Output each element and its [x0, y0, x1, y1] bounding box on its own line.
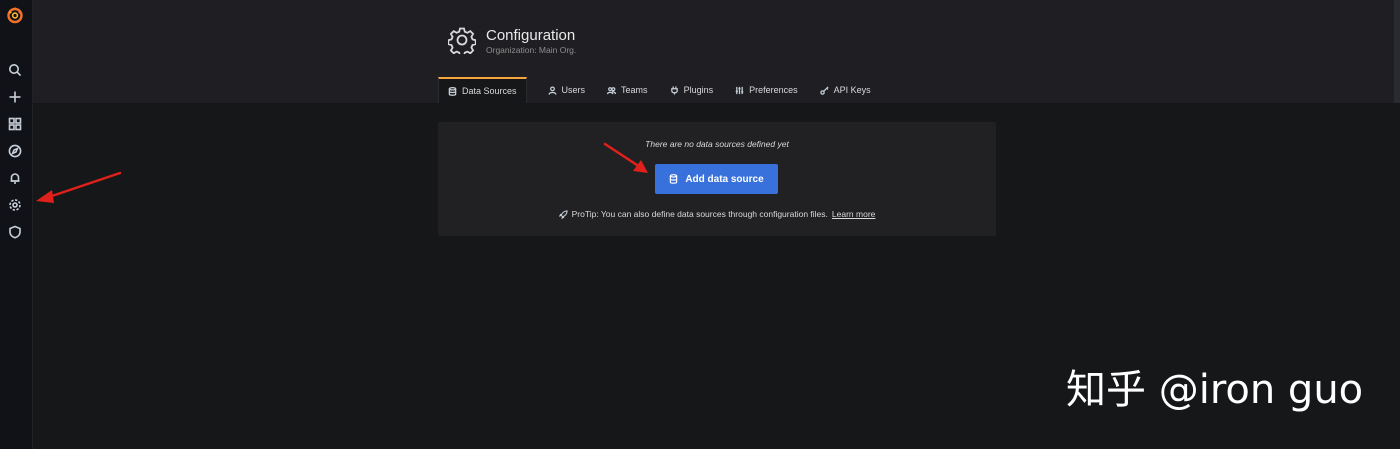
tab-plugins[interactable]: Plugins [661, 77, 723, 103]
plus-icon[interactable] [6, 88, 24, 106]
gear-icon[interactable] [6, 196, 24, 214]
user-icon [547, 85, 557, 95]
tab-data-sources[interactable]: Data Sources [438, 77, 527, 103]
add-data-source-button[interactable]: Add data source [655, 164, 778, 194]
key-icon [819, 85, 829, 95]
database-icon [448, 86, 457, 96]
shield-icon[interactable] [6, 223, 24, 241]
watermark-text: 知乎 @iron guo [1066, 367, 1364, 413]
bell-icon[interactable] [6, 169, 24, 187]
sliders-icon [735, 86, 744, 94]
tab-label: Plugins [683, 85, 714, 95]
search-icon[interactable] [6, 61, 24, 79]
protip: ProTip: You can also define data sources… [438, 209, 996, 219]
tab-api-keys[interactable]: API Keys [811, 77, 880, 103]
tab-label: Users [561, 85, 586, 95]
tab-preferences[interactable]: Preferences [726, 77, 807, 103]
annotation-arrow-button [603, 142, 648, 173]
page-title: Configuration [486, 27, 576, 44]
tab-label: API Keys [833, 85, 871, 95]
scrollbar[interactable] [1394, 0, 1400, 103]
empty-state-message: There are no data sources defined yet [645, 139, 789, 149]
annotation-arrow-sidebar [36, 171, 122, 203]
sidebar [0, 0, 33, 449]
explore-compass-icon[interactable] [6, 142, 24, 160]
rocket-icon [558, 209, 568, 219]
tab-users[interactable]: Users [539, 77, 595, 103]
empty-list-panel: There are no data sources defined yet Ad… [438, 122, 996, 236]
users-icon [607, 86, 617, 94]
tab-label: Preferences [749, 85, 798, 95]
protip-text: ProTip: You can also define data sources… [571, 209, 828, 219]
database-icon [670, 174, 678, 184]
gear-icon [447, 26, 477, 57]
tab-label: Data Sources [462, 86, 517, 96]
learn-more-link[interactable]: Learn more [832, 209, 875, 219]
config-tabs: Data Sources Users Teams Plugins Prefere… [438, 77, 880, 103]
button-label: Add data source [685, 173, 764, 185]
tab-teams[interactable]: Teams [598, 77, 657, 103]
tab-label: Teams [621, 85, 648, 95]
plug-icon [670, 85, 678, 95]
dashboards-icon[interactable] [6, 115, 24, 133]
page-subtitle: Organization: Main Org. [486, 45, 577, 55]
grafana-logo-icon[interactable] [5, 5, 25, 25]
